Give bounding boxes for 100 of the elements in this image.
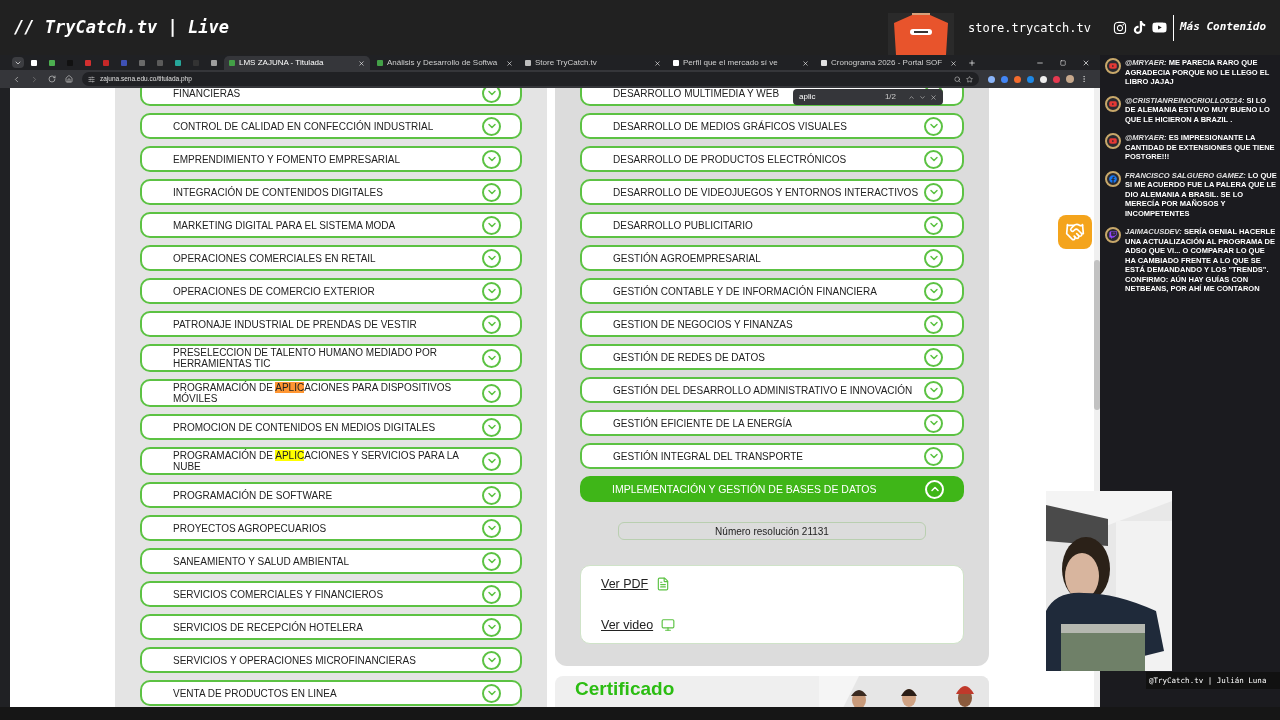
chevron-down-icon bbox=[924, 116, 943, 136]
document-link[interactable]: Ver PDF bbox=[601, 574, 649, 594]
close-tab-icon[interactable] bbox=[654, 59, 661, 67]
chevron-down-icon bbox=[924, 149, 943, 169]
program-label: PROMOCION DE CONTENIDOS EN MEDIOS DIGITALES bbox=[173, 421, 436, 433]
chevron-down-icon bbox=[924, 314, 943, 334]
reload-icon[interactable] bbox=[48, 75, 56, 83]
program-item[interactable]: EMPRENDIMIENTO Y FOMENTO EMPRESARIAL bbox=[140, 146, 522, 172]
program-label: DESARROLLO DE VIDEOJUEGOS Y ENTORNOS INTERACTIVOS bbox=[613, 186, 919, 198]
program-label: DESARROLLO MULTIMEDIA Y WEB bbox=[613, 88, 780, 99]
chevron-down-icon bbox=[482, 383, 501, 403]
program-item[interactable]: VENTA DE PRODUCTOS EN LINEA bbox=[140, 680, 522, 706]
close-tab-icon[interactable] bbox=[358, 59, 365, 67]
site-settings-icon[interactable] bbox=[88, 75, 95, 83]
match-count: 1/2 bbox=[884, 91, 896, 103]
back-icon[interactable] bbox=[12, 74, 21, 84]
browser-tab[interactable]: Store TryCatch.tv bbox=[520, 56, 666, 70]
program-item[interactable]: GESTIÓN AGROEMPRESARIAL bbox=[580, 245, 964, 271]
stream-title: // TryCatch.tv | Live bbox=[14, 15, 229, 39]
program-item[interactable]: PROYECTOS AGROPECUARIOS bbox=[140, 515, 522, 541]
program-label: OPERACIONES DE COMERCIO EXTERIOR bbox=[173, 285, 375, 297]
chevron-down-icon bbox=[924, 413, 943, 433]
chevron-down-icon bbox=[482, 215, 501, 235]
youtube-icon bbox=[1105, 58, 1121, 74]
chevron-down-icon bbox=[482, 650, 501, 670]
program-label: EMPRENDIMIENTO Y FOMENTO EMPRESARIAL bbox=[173, 153, 401, 165]
youtube-icon bbox=[1105, 95, 1121, 112]
monitor-icon bbox=[661, 617, 676, 632]
chevron-down-icon bbox=[924, 248, 943, 268]
program-item[interactable]: GESTION DE NEGOCIOS Y FINANZAS bbox=[580, 311, 964, 337]
resolution-label: Número resolución 21131 bbox=[618, 522, 926, 540]
program-item[interactable]: GESTIÓN DEL DESARROLLO ADMINISTRATIVO E INNOVACIÓN bbox=[580, 377, 964, 403]
chevron-down-icon bbox=[482, 683, 501, 703]
program-label: GESTION DE NEGOCIOS Y FINANZAS bbox=[613, 318, 793, 330]
maximize-icon[interactable] bbox=[1060, 59, 1066, 66]
tiktok-icon[interactable] bbox=[1132, 21, 1146, 34]
program-item[interactable]: OPERACIONES DE COMERCIO EXTERIOR bbox=[140, 278, 522, 304]
program-label: GESTIÓN INTEGRAL DEL TRANSPORTE bbox=[613, 450, 804, 462]
document-icon bbox=[656, 577, 671, 592]
chevron-down-icon bbox=[482, 551, 501, 571]
close-icon[interactable] bbox=[930, 93, 937, 101]
program-item[interactable]: DESARROLLO PUBLICITARIO bbox=[580, 212, 964, 238]
instagram-icon[interactable] bbox=[1112, 20, 1127, 35]
browser-tab[interactable]: Cronograma 2026 - Portal SOF bbox=[816, 56, 962, 70]
zoom-icon[interactable] bbox=[954, 75, 961, 83]
tab-list-button[interactable] bbox=[12, 57, 24, 68]
program-label: SERVICIOS Y OPERACIONES MICROFINANCIERAS bbox=[173, 654, 416, 666]
close-tab-icon[interactable] bbox=[802, 59, 809, 67]
program-item[interactable]: SERVICIOS DE RECEPCIÓN HOTELERA bbox=[140, 614, 522, 640]
program-item[interactable]: DESARROLLO DE MEDIOS GRÁFICOS VISUALES bbox=[580, 113, 964, 139]
find-input[interactable]: aplic bbox=[799, 91, 881, 103]
twitch-icon bbox=[1105, 227, 1121, 243]
more-content-label: Más Contenido bbox=[1179, 19, 1266, 36]
program-item[interactable]: MARKETING DIGITAL PARA EL SISTEMA MODA bbox=[140, 212, 522, 238]
program-label: MARKETING DIGITAL PARA EL SISTEMA MODA bbox=[173, 219, 396, 231]
browser-tab[interactable]: LMS ZAJUNA - Titulada bbox=[224, 56, 370, 70]
program-label: GESTIÓN DE REDES DE DATOS bbox=[613, 351, 765, 363]
program-item[interactable]: CONTROL DE CALIDAD EN CONFECCIÓN INDUSTRIAL bbox=[140, 113, 522, 139]
youtube-icon[interactable] bbox=[1151, 20, 1167, 35]
program-item[interactable]: GESTIÓN INTEGRAL DEL TRANSPORTE bbox=[580, 443, 964, 469]
bookmark-star-icon[interactable] bbox=[966, 75, 973, 83]
home-icon[interactable] bbox=[65, 75, 73, 83]
program-item[interactable]: OPERACIONES COMERCIALES EN RETAIL bbox=[140, 245, 522, 271]
browser-tab[interactable]: Análisis y Desarrollo de Softwa bbox=[372, 56, 518, 70]
menu-icon[interactable] bbox=[1080, 75, 1088, 83]
program-label: DESARROLLO PUBLICITARIO bbox=[613, 219, 753, 231]
profile-avatar[interactable] bbox=[1066, 75, 1074, 83]
browser-tab[interactable]: Perfil que el mercado sí ve bbox=[668, 56, 814, 70]
chevron-down-icon bbox=[924, 182, 943, 202]
program-item[interactable]: PRESELECCION DE TALENTO HUMANO MEDIADO POR HERRAMIENTAS TIC bbox=[140, 344, 522, 372]
chevron-down-icon bbox=[482, 314, 501, 334]
next-match-icon[interactable] bbox=[919, 93, 926, 101]
program-item[interactable]: PATRONAJE INDUSTRIAL DE PRENDAS DE VESTIR bbox=[140, 311, 522, 337]
program-item[interactable]: GESTIÓN CONTABLE Y DE INFORMACIÓN FINANCIERA bbox=[580, 278, 964, 304]
program-label: DESARROLLO DE PRODUCTOS ELECTRÓNICOS bbox=[613, 153, 847, 165]
program-item[interactable]: GESTIÓN DE REDES DE DATOS bbox=[580, 344, 964, 370]
program-label: DESARROLLO DE MEDIOS GRÁFICOS VISUALES bbox=[613, 120, 847, 132]
close-tab-icon[interactable] bbox=[506, 59, 513, 67]
close-window-icon[interactable] bbox=[1082, 58, 1090, 67]
program-item[interactable]: DESARROLLO DE PRODUCTOS ELECTRÓNICOS bbox=[580, 146, 964, 172]
store-url[interactable]: store.trycatch.tv bbox=[968, 18, 1091, 37]
document-link[interactable]: Ver video bbox=[601, 615, 654, 635]
program-item[interactable]: DESARROLLO DE VIDEOJUEGOS Y ENTORNOS INTERACTIVOS bbox=[580, 179, 964, 205]
banner-title: Certificado bbox=[575, 678, 675, 699]
new-tab-icon[interactable] bbox=[968, 58, 976, 67]
program-item[interactable]: FINANCIERAS bbox=[140, 88, 522, 106]
chevron-down-icon bbox=[482, 617, 501, 637]
program-item[interactable]: PROMOCION DE CONTENIDOS EN MEDIOS DIGITALES bbox=[140, 414, 522, 440]
chevron-down-icon bbox=[482, 485, 501, 505]
close-tab-icon[interactable] bbox=[950, 59, 957, 67]
chevron-up-icon bbox=[925, 479, 944, 499]
program-item[interactable]: GESTIÓN EFICIENTE DE LA ENERGÍA bbox=[580, 410, 964, 436]
chevron-down-icon bbox=[482, 584, 501, 604]
program-item[interactable]: SERVICIOS Y OPERACIONES MICROFINANCIERAS bbox=[140, 647, 522, 673]
program-item[interactable]: SANEAMIENTO Y SALUD AMBIENTAL bbox=[140, 548, 522, 574]
previous-match-icon[interactable] bbox=[908, 93, 915, 101]
program-item[interactable]: PROGRAMACIÓN DE SOFTWARE bbox=[140, 482, 522, 508]
program-item[interactable]: SERVICIOS COMERCIALES Y FINANCIEROS bbox=[140, 581, 522, 607]
program-item[interactable]: INTEGRACIÓN DE CONTENIDOS DIGITALES bbox=[140, 179, 522, 205]
facebook-icon bbox=[1105, 170, 1121, 187]
